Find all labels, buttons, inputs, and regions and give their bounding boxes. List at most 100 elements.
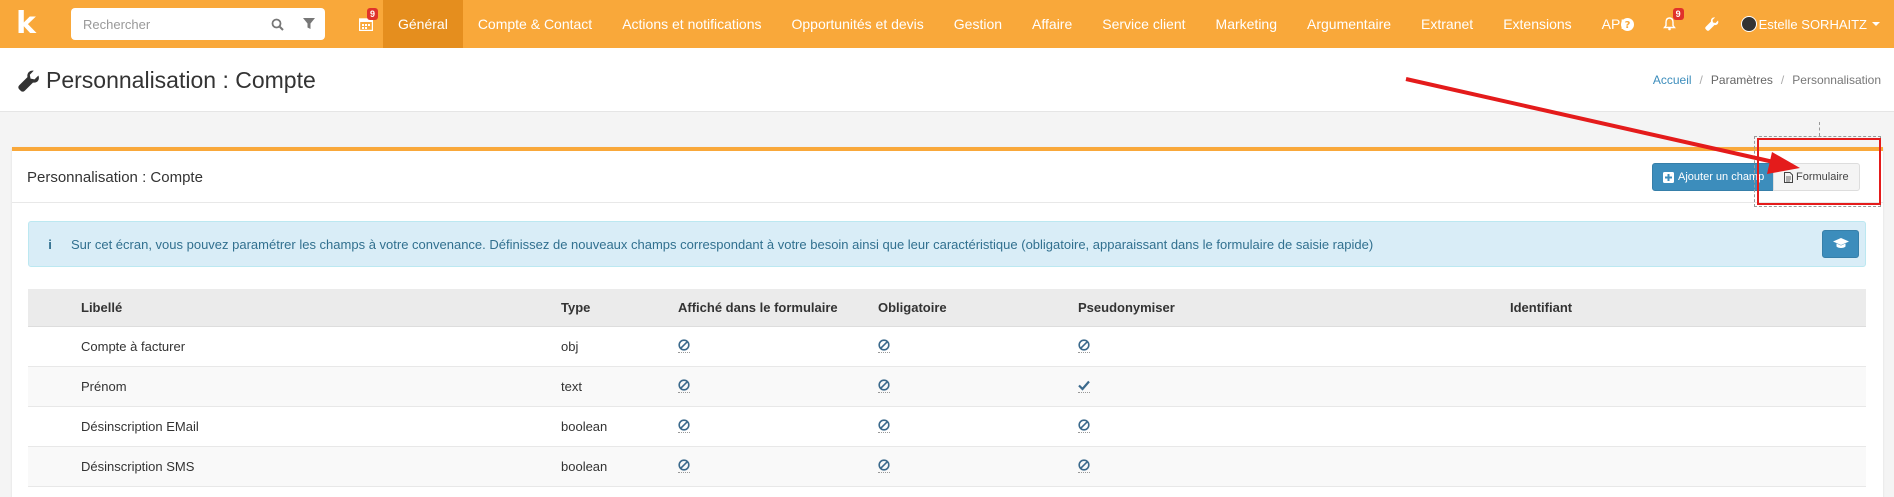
notifications-badge: 9 (1672, 8, 1684, 20)
row-identifiant (1510, 326, 1866, 367)
filter-icon[interactable] (293, 8, 325, 40)
table-row[interactable]: Compte à facturer obj (28, 326, 1866, 367)
logo-text: k (16, 6, 36, 41)
breadcrumb-home[interactable]: Accueil (1653, 73, 1692, 87)
menu-item-extensions[interactable]: Extensions (1488, 0, 1586, 48)
row-identifiant (1510, 446, 1866, 487)
svg-text:?: ? (1625, 20, 1631, 31)
menu-item-compte-contact[interactable]: Compte & Contact (463, 0, 607, 48)
breadcrumb: Accueil / Paramètres / Personnalisation (1653, 73, 1881, 87)
tutorial-button[interactable] (1822, 230, 1859, 258)
help-icon: ? (1621, 17, 1635, 31)
table-row[interactable]: Désinscription SMS boolean (28, 446, 1866, 487)
table-header-libelle[interactable]: Libellé (81, 289, 561, 327)
menu-item-gestion[interactable]: Gestion (939, 0, 1017, 48)
breadcrumb-separator: / (1780, 73, 1785, 87)
row-label: Désinscription SMS (81, 446, 561, 487)
ban-icon[interactable] (678, 338, 690, 353)
row-spacer (28, 446, 81, 487)
row-pseudo-cell (1078, 366, 1510, 407)
ban-icon[interactable] (678, 378, 690, 393)
table-header-row: Libellé Type Affiché dans le formulaire … (28, 289, 1866, 327)
breadcrumb-parametres[interactable]: Paramètres (1711, 73, 1773, 87)
chevron-down-icon (1872, 22, 1880, 26)
row-type: boolean (561, 406, 678, 447)
table-header-required[interactable]: Obligatoire (878, 289, 1078, 327)
ban-icon[interactable] (1078, 458, 1090, 473)
settings-button[interactable] (1691, 0, 1733, 48)
row-type: obj (561, 326, 678, 367)
row-form-cell (678, 406, 878, 447)
ban-icon[interactable] (678, 458, 690, 473)
plus-square-icon (1663, 171, 1674, 183)
wrench-icon (18, 70, 39, 92)
search-box (71, 8, 325, 40)
annotation-dashed-line (1819, 122, 1820, 136)
right-toolbar: ? 9 Estelle SORHAITZ (1607, 0, 1894, 48)
row-pseudo-cell (1078, 446, 1510, 487)
row-required-cell (878, 366, 1078, 407)
row-spacer (28, 326, 81, 367)
table-row[interactable]: Prénom text (28, 366, 1866, 407)
add-field-label: Ajouter un champ (1678, 171, 1765, 183)
menu-item-affaire[interactable]: Affaire (1017, 0, 1087, 48)
page-title: Personnalisation : Compte (18, 67, 316, 94)
app-logo[interactable]: k (0, 0, 52, 48)
row-form-cell (678, 446, 878, 487)
ban-icon[interactable] (878, 338, 890, 353)
ban-icon[interactable] (878, 418, 890, 433)
breadcrumb-current: Personnalisation (1792, 73, 1881, 87)
row-label: Prénom (81, 366, 561, 407)
table-header-spacer (28, 289, 81, 327)
ban-icon[interactable] (878, 458, 890, 473)
ban-icon[interactable] (878, 378, 890, 393)
table-header-form[interactable]: Affiché dans le formulaire (678, 289, 878, 327)
table-header-pseudo[interactable]: Pseudonymiser (1078, 289, 1510, 327)
menu-item-service-client[interactable]: Service client (1087, 0, 1200, 48)
ban-icon[interactable] (1078, 418, 1090, 433)
panel-title: Personnalisation : Compte (27, 169, 203, 186)
user-name: Estelle SORHAITZ (1758, 16, 1867, 32)
info-icon: i (48, 236, 52, 252)
table-row[interactable]: Désinscription EMail boolean (28, 406, 1866, 447)
row-pseudo-cell (1078, 406, 1510, 447)
check-icon[interactable] (1078, 379, 1090, 393)
table-header-identifiant[interactable]: Identifiant (1510, 289, 1866, 327)
row-pseudo-cell (1078, 326, 1510, 367)
help-button[interactable]: ? (1607, 0, 1649, 48)
row-form-cell (678, 326, 878, 367)
customization-panel: Personnalisation : Compte Ajouter un cha… (12, 147, 1883, 497)
breadcrumb-separator: / (1699, 73, 1703, 87)
menu-item-opportunites[interactable]: Opportunités et devis (777, 0, 939, 48)
info-text: Sur cet écran, vous pouvez paramétrer le… (71, 236, 1374, 252)
calendar-button[interactable]: 9 (350, 0, 382, 48)
row-form-cell (678, 366, 878, 407)
ban-icon[interactable] (678, 418, 690, 433)
notifications-button[interactable]: 9 (1649, 0, 1691, 48)
wrench-icon (1704, 17, 1718, 31)
menu-item-argumentaire[interactable]: Argumentaire (1292, 0, 1406, 48)
row-identifiant (1510, 406, 1866, 447)
menu-item-actions[interactable]: Actions et notifications (607, 0, 776, 48)
graduation-cap-icon (1832, 238, 1849, 248)
menu-item-general[interactable]: Général (383, 0, 463, 48)
main-menu: Général Compte & Contact Actions et noti… (383, 0, 1639, 48)
search-input[interactable] (71, 8, 261, 40)
menu-item-extranet[interactable]: Extranet (1406, 0, 1488, 48)
search-icon[interactable] (261, 8, 293, 40)
row-required-cell (878, 446, 1078, 487)
calendar-badge: 9 (367, 8, 379, 20)
top-navbar: k 9 Général Compte & Contact Actions et … (0, 0, 1894, 48)
menu-item-marketing[interactable]: Marketing (1201, 0, 1292, 48)
ban-icon[interactable] (1078, 338, 1090, 353)
row-label: Désinscription EMail (81, 406, 561, 447)
row-spacer (28, 406, 81, 447)
page-header: Personnalisation : Compte Accueil / Para… (0, 48, 1894, 112)
table-header-type[interactable]: Type (561, 289, 678, 327)
panel-header: Personnalisation : Compte Ajouter un cha… (12, 151, 1883, 203)
row-type: boolean (561, 446, 678, 487)
info-callout: i Sur cet écran, vous pouvez paramétrer … (28, 221, 1866, 267)
row-type: text (561, 366, 678, 407)
user-menu[interactable]: Estelle SORHAITZ (1733, 0, 1894, 48)
avatar (1740, 16, 1757, 32)
